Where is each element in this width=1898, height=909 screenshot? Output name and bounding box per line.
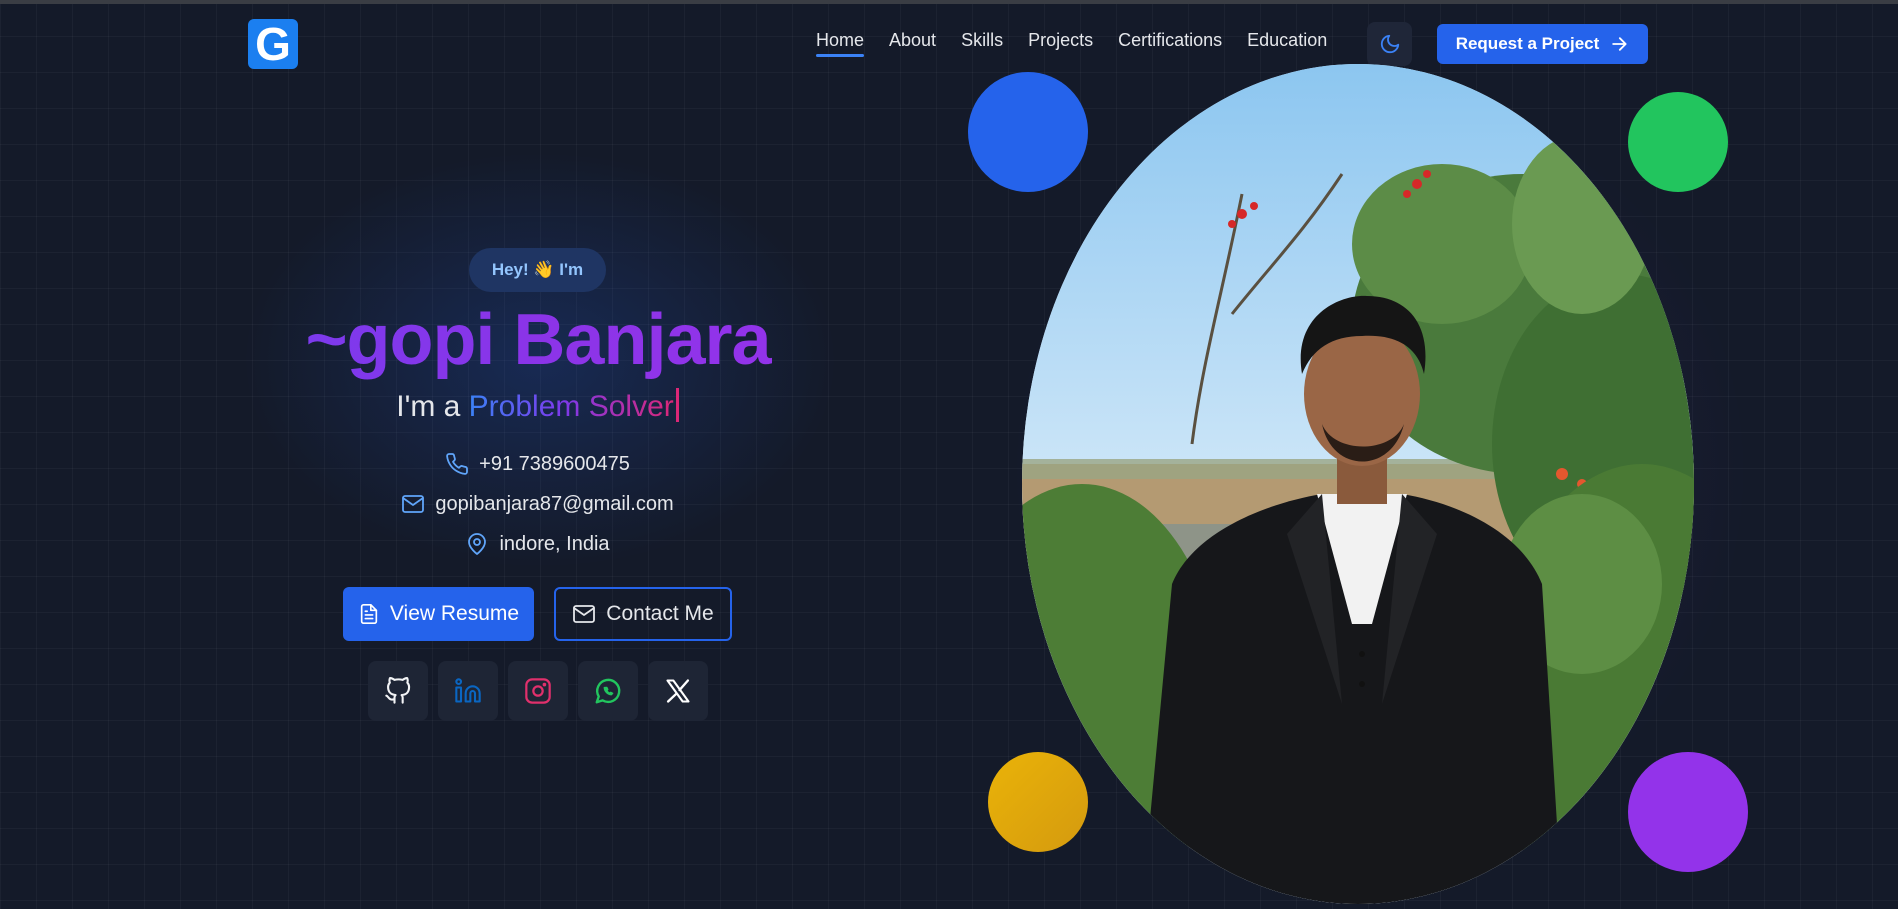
instagram-link[interactable] — [508, 661, 568, 721]
hero-name: ~gopi Banjara — [298, 296, 778, 384]
profile-photo-illustration — [1022, 64, 1694, 904]
nav-about[interactable]: About — [889, 30, 936, 56]
x-icon — [666, 679, 690, 703]
decorative-circle-yellow — [988, 752, 1088, 852]
contact-me-label: Contact Me — [606, 602, 714, 625]
phone-icon — [446, 453, 469, 475]
email-row: gopibanjara87@gmail.com — [300, 492, 775, 516]
map-pin-icon — [468, 533, 487, 555]
role-prefix: I'm a — [396, 390, 461, 423]
whatsapp-link[interactable] — [578, 661, 638, 721]
decorative-circle-blue — [968, 72, 1088, 192]
greeting-badge: Hey! 👋 I'm — [469, 248, 606, 292]
window-top-border — [0, 0, 1898, 4]
decorative-circle-purple — [1628, 752, 1748, 872]
instagram-icon — [525, 678, 551, 704]
nav-home[interactable]: Home — [816, 30, 865, 57]
logo[interactable]: G — [248, 19, 298, 69]
github-icon — [385, 677, 411, 704]
phone-row: +91 7389600475 — [300, 452, 775, 476]
location-text: indore, India — [499, 532, 610, 555]
view-resume-button[interactable]: View Resume — [343, 587, 534, 641]
hero-role: I'm a Problem Solver — [300, 387, 775, 427]
github-link[interactable] — [368, 661, 428, 721]
mail-icon — [573, 605, 596, 623]
document-icon — [360, 604, 378, 624]
profile-photo — [1022, 64, 1694, 904]
contact-me-button[interactable]: Contact Me — [554, 587, 732, 641]
view-resume-label: View Resume — [389, 602, 520, 625]
location-row: indore, India — [300, 532, 775, 556]
typing-caret — [675, 388, 679, 422]
role-typed: Problem Solver — [468, 390, 674, 423]
whatsapp-icon — [595, 678, 621, 704]
social-links — [368, 661, 708, 721]
decorative-circle-green — [1628, 92, 1728, 192]
email-text: gopibanjara87@gmail.com — [435, 492, 674, 515]
linkedin-link[interactable] — [438, 661, 498, 721]
linkedin-icon — [455, 678, 481, 703]
x-link[interactable] — [648, 661, 708, 721]
mail-icon — [402, 495, 425, 513]
phone-text: +91 7389600475 — [479, 452, 630, 475]
